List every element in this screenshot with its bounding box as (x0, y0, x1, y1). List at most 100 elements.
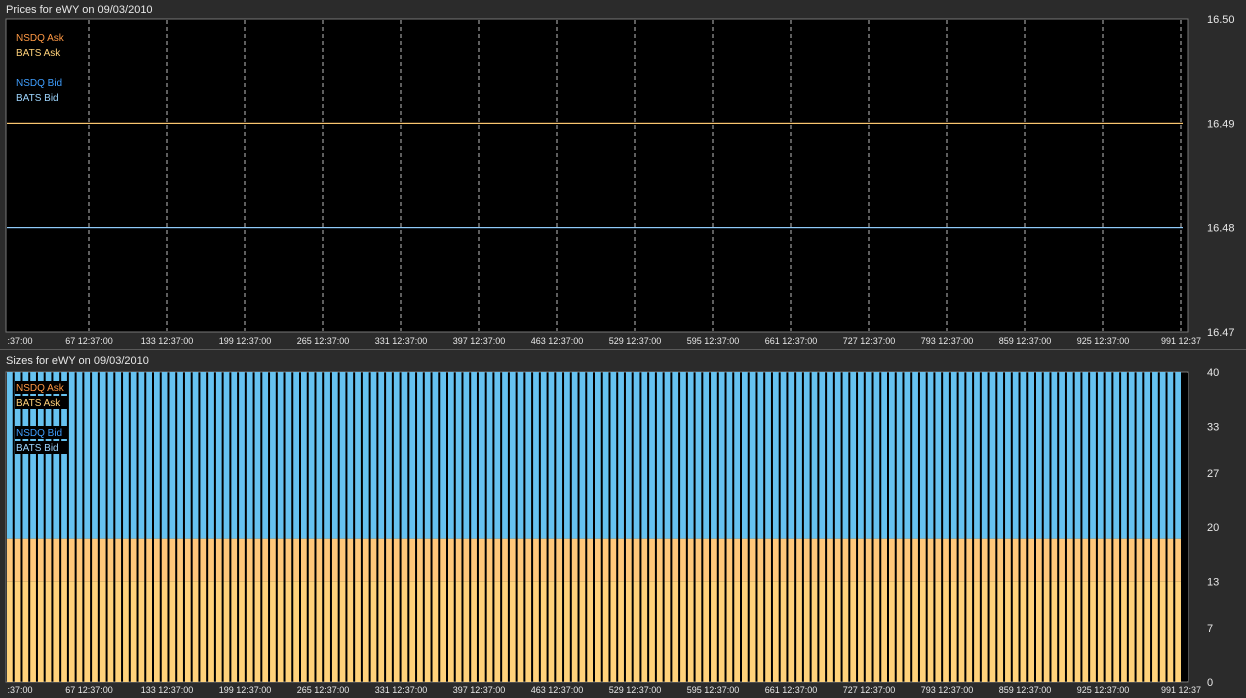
size-bar-segment (99, 372, 106, 539)
size-bar-segment (1175, 581, 1181, 682)
size-bar-segment (664, 581, 671, 682)
size-bar-segment (37, 581, 44, 682)
prices-x-tick-label: 331 12:37:00 (375, 336, 428, 346)
size-bar-segment (695, 372, 702, 539)
size-bar-segment (564, 372, 570, 539)
size-bar-segment (943, 538, 949, 582)
size-bar-segment (246, 372, 253, 539)
size-bar-segment (625, 538, 632, 582)
size-bar-segment (780, 372, 787, 539)
size-bar-segment (301, 372, 307, 539)
size-bar-segment (61, 538, 67, 582)
size-bar-segment (177, 581, 183, 682)
size-bar-segment (858, 581, 864, 682)
size-bar-segment (223, 538, 230, 582)
size-bar-segment (788, 538, 795, 582)
size-bar-segment (432, 581, 439, 682)
size-bar-segment (649, 372, 655, 539)
size-bar-segment (200, 538, 207, 582)
size-bar-segment (316, 372, 323, 539)
size-bar-segment (811, 372, 818, 539)
size-bar-segment (432, 538, 439, 582)
size-bar-segment (788, 581, 795, 682)
prices-y-tick-label: 16.48 (1207, 223, 1235, 235)
size-bar-segment (819, 538, 826, 582)
size-bar-segment (239, 372, 245, 539)
size-bar-segment (161, 372, 168, 539)
size-bar-segment (1059, 538, 1065, 582)
size-bar-segment (540, 581, 547, 682)
size-bar-segment (556, 538, 563, 582)
size-bar-segment (355, 372, 361, 539)
size-bar-segment (1097, 538, 1104, 582)
size-bar-segment (1113, 581, 1120, 682)
size-bar-segment (331, 581, 338, 682)
size-bar-segment (966, 581, 973, 682)
size-bar-segment (254, 538, 261, 582)
size-bar-segment (393, 372, 400, 539)
size-bar-segment (184, 372, 191, 539)
sizes-legend-entry: NSDQ Ask (16, 383, 65, 394)
size-bar-segment (61, 581, 67, 682)
size-bar-segment (556, 581, 563, 682)
size-bar-segment (734, 538, 740, 582)
size-bar-segment (803, 372, 810, 539)
prices-x-tick-label: 793 12:37:00 (921, 336, 974, 346)
size-bar-segment (14, 581, 21, 682)
size-bar-segment (548, 372, 555, 539)
size-bar-segment (455, 581, 462, 682)
size-bar-segment (1036, 538, 1042, 582)
size-bar-segment (231, 538, 238, 582)
size-bar-segment (896, 372, 903, 539)
size-bar-segment (440, 581, 446, 682)
prices-plot-area (5, 18, 1189, 333)
size-bar-segment (1167, 372, 1174, 539)
size-bar-segment (455, 372, 462, 539)
size-bar-segment (633, 538, 640, 582)
sizes-x-tick-label: 463 12:37:00 (531, 685, 584, 695)
size-bar-segment (749, 372, 756, 539)
size-bar-segment (285, 538, 292, 582)
size-bar-segment (293, 372, 299, 539)
size-bar-segment (92, 581, 98, 682)
size-bar-segment (950, 538, 957, 582)
size-bar-segment (1128, 581, 1135, 682)
size-bar-segment (881, 538, 887, 582)
size-bar-segment (1144, 581, 1151, 682)
size-bar-segment (974, 372, 980, 539)
size-bar-segment (386, 538, 392, 582)
size-bar-segment (30, 538, 36, 582)
size-bar-segment (123, 538, 129, 582)
size-bar-segment (409, 372, 416, 539)
size-bar-segment (99, 538, 106, 582)
size-bar-segment (293, 538, 299, 582)
size-bar-segment (200, 581, 207, 682)
prices-x-tick-label: 925 12:37:00 (1077, 336, 1130, 346)
size-bar-segment (486, 581, 493, 682)
size-bar-segment (610, 372, 617, 539)
size-bar-segment (533, 581, 539, 682)
size-bar-segment (362, 581, 369, 682)
size-bar-segment (184, 538, 191, 582)
size-bar-segment (138, 538, 145, 582)
size-bar-segment (927, 372, 934, 539)
size-bar-segment (757, 538, 764, 582)
size-bar-segment (1043, 372, 1050, 539)
size-bar-segment (1121, 581, 1127, 682)
size-bar-segment (958, 538, 965, 582)
prices-y-tick-label: 16.49 (1207, 118, 1235, 130)
size-bar-segment (1097, 372, 1104, 539)
sizes-legend-entry: NSDQ Bid (16, 428, 62, 439)
size-bar-segment (239, 538, 245, 582)
size-bar-segment (45, 581, 52, 682)
size-bar-segment (239, 581, 245, 682)
size-bar-segment (1028, 372, 1034, 539)
size-bar-segment (943, 581, 949, 682)
size-bar-segment (37, 538, 44, 582)
size-bar-segment (796, 372, 802, 539)
size-bar-segment (765, 372, 771, 539)
size-bar-segment (262, 538, 269, 582)
size-bar-segment (246, 538, 253, 582)
size-bar-segment (989, 581, 996, 682)
size-bar-segment (486, 538, 493, 582)
